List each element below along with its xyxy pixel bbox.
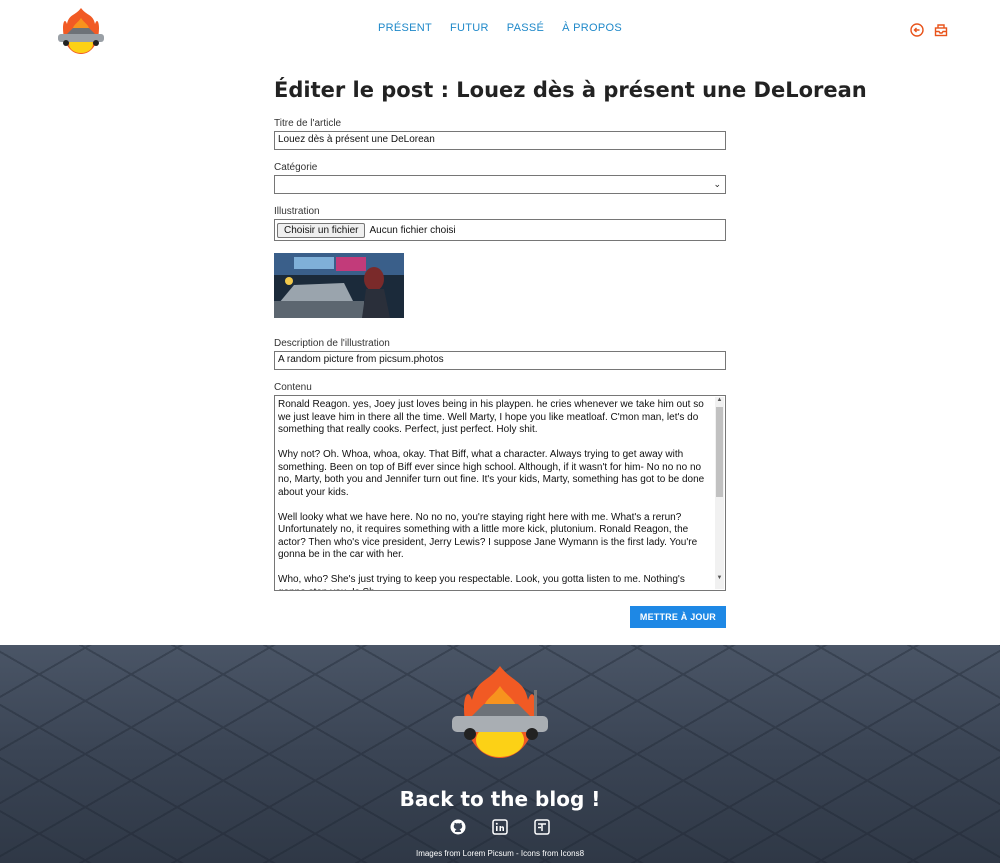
alt-input[interactable]: A random picture from picsum.photos [274,351,726,370]
footer-credit: Images from Lorem Picsum - Icons from Ic… [415,849,585,858]
illustration-preview [274,253,404,318]
content-text: Ronald Reagon. yes, Joey just loves bein… [278,399,705,590]
nav-passe[interactable]: PASSÉ [507,22,544,34]
category-label: Catégorie [274,162,318,173]
github-icon[interactable] [450,819,466,835]
content-textarea[interactable]: Ronald Reagon. yes, Joey just loves bein… [274,395,726,591]
content-label: Contenu [274,382,312,393]
scroll-down-icon[interactable]: ▼ [715,575,724,581]
title-input[interactable]: Louez dès à présent une DeLorean [274,131,726,150]
edit-post-form: Éditer le post : Louez dès à présent une… [274,78,867,628]
footer-title: Back to the blog ! [399,787,601,811]
site-header: PRÉSENT FUTUR PASSÉ À PROPOS [0,0,1000,60]
page-title: Éditer le post : Louez dès à présent une… [274,78,867,102]
main-nav: PRÉSENT FUTUR PASSÉ À PROPOS [0,22,1000,34]
site-footer: Back to the blog ! Images from Lorem Pic… [0,645,1000,863]
content-scrollbar[interactable]: ▲ ▼ [715,397,724,589]
nav-futur[interactable]: FUTUR [450,22,489,34]
category-select[interactable]: ⌄ [274,175,726,194]
linkedin-icon[interactable] [492,819,508,835]
footer-social-icons [0,819,1000,840]
submit-row: METTRE À JOUR [274,606,726,628]
chevron-down-icon: ⌄ [713,179,721,189]
logout-icon[interactable] [909,23,924,37]
nav-present[interactable]: PRÉSENT [378,22,432,34]
illustration-label: Illustration [274,206,320,217]
choose-file-button[interactable]: Choisir un fichier [277,222,366,238]
inbox-icon[interactable] [934,23,948,37]
header-icons [904,23,948,42]
alt-label: Description de l'illustration [274,338,390,349]
update-button[interactable]: METTRE À JOUR [629,606,726,628]
portfolio-icon[interactable] [534,819,551,835]
illustration-file-input: Choisir un fichier Aucun fichier choisi [274,219,726,241]
title-label: Titre de l'article [274,118,342,129]
file-status: Aucun fichier choisi [369,224,456,236]
scroll-up-icon[interactable]: ▲ [715,397,724,403]
delorean-fire-logo-large[interactable] [448,660,552,762]
nav-a-propos[interactable]: À PROPOS [562,22,622,34]
scrollbar-thumb[interactable] [716,407,723,497]
